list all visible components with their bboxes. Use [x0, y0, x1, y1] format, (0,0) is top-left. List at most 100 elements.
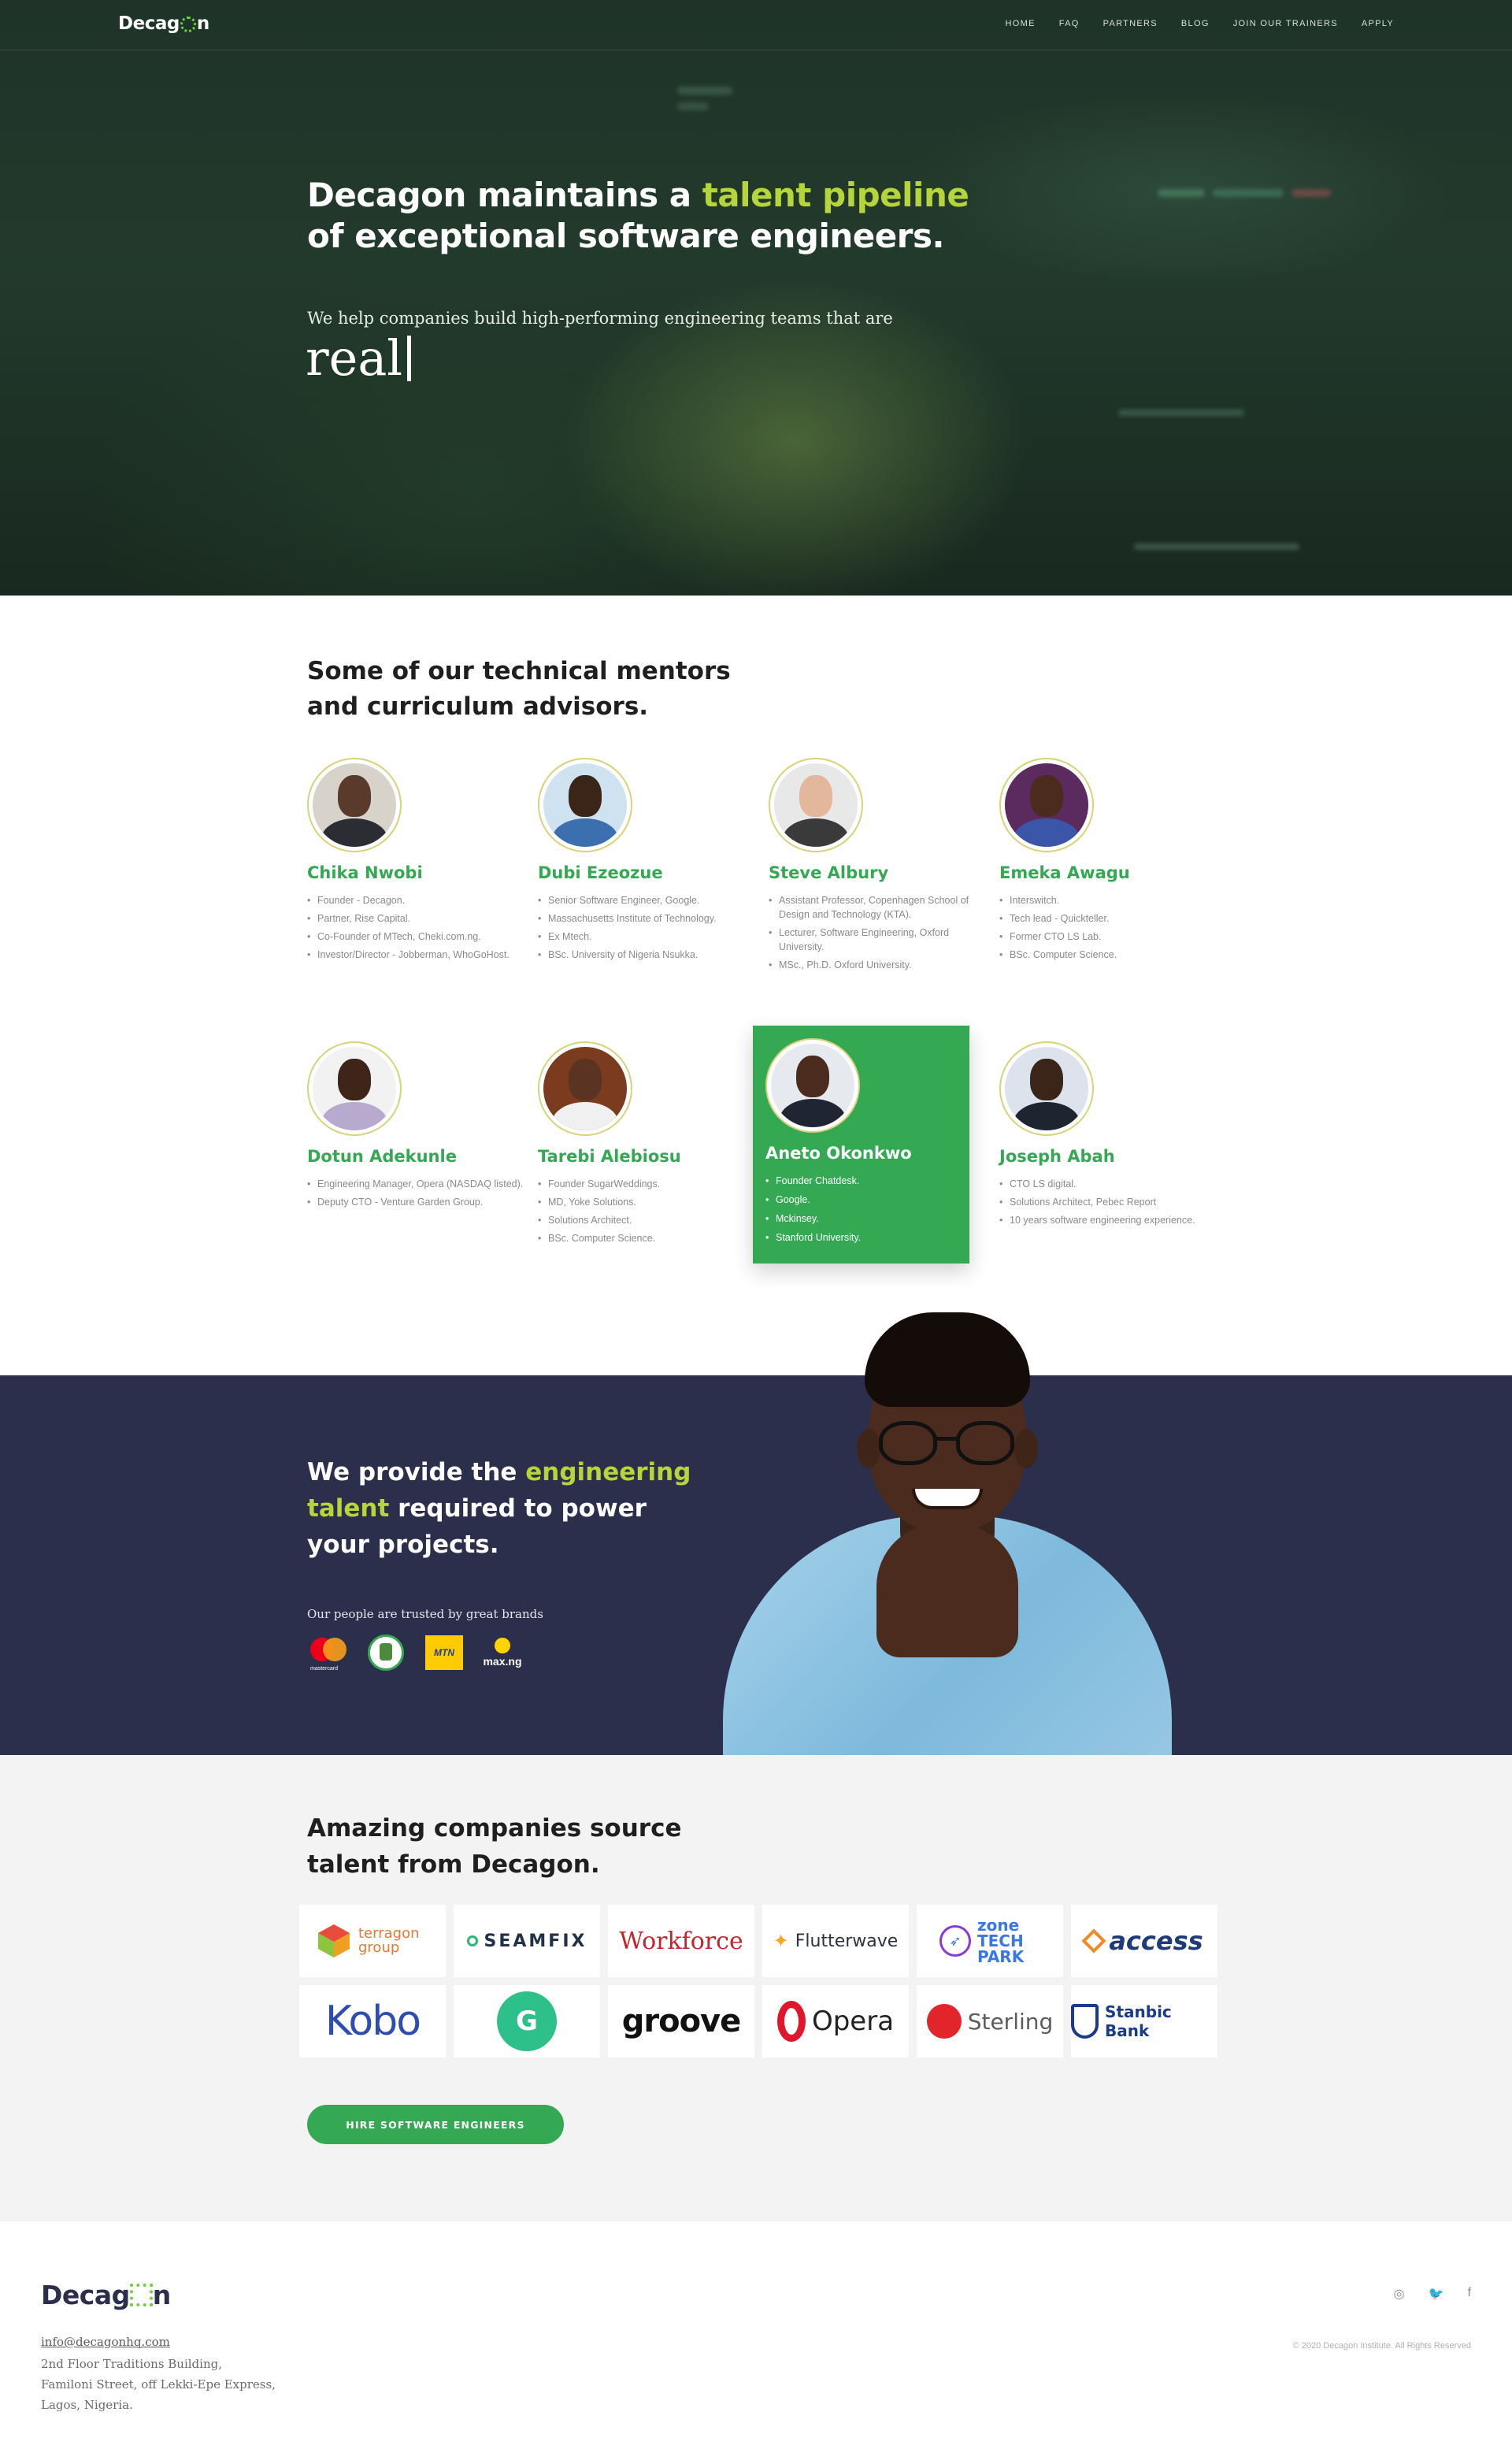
top-navigation: Decag n HOME FAQ PARTNERS BLOG JOIN OUR T… — [0, 0, 1512, 50]
stanbic-shield-icon — [1071, 2004, 1099, 2039]
mentor-bullet: BSc. Computer Science. — [999, 948, 1216, 962]
maxng-logo: max.ng — [482, 1634, 523, 1672]
nav-partners[interactable]: PARTNERS — [1103, 19, 1158, 28]
provide-heading: We provide the engineering talent requir… — [307, 1454, 701, 1563]
mentor-name: Dotun Adekunle — [307, 1147, 457, 1166]
zone-text: zone TECH PARK — [977, 1916, 1025, 1966]
mentor-bullet: Co-Founder of MTech, Cheki.com.ng. — [307, 930, 524, 944]
groove-logo: groove — [608, 1985, 754, 2058]
hero-typed-text: real — [306, 329, 412, 387]
address-line: Familoni Street, off Lekki-Epe Express, — [41, 2377, 276, 2392]
mentor-bullets: Engineering Manager, Opera (NASDAQ liste… — [307, 1177, 524, 1209]
mentor-card-featured[interactable]: Aneto Okonkwo Founder Chatdesk. Google. … — [753, 1026, 969, 1264]
mentor-name: Dubi Ezeozue — [538, 863, 663, 882]
footer-logo-prefix: Decag — [41, 2280, 130, 2310]
hire-engineers-button[interactable]: HIRE SOFTWARE ENGINEERS — [307, 2105, 564, 2144]
mentor-name: Tarebi Alebiosu — [538, 1147, 681, 1166]
flutterwave-logo: ✦ Flutterwave — [762, 1905, 909, 1977]
mentor-bullet: Lecturer, Software Engineering, Oxford U… — [769, 926, 985, 954]
mentor-card[interactable]: Tarebi Alebiosu Founder SugarWeddings. M… — [538, 1041, 754, 1249]
mentor-avatar — [307, 758, 402, 852]
mentor-bullet: Google. — [765, 1193, 969, 1207]
maxng-label: max.ng — [483, 1655, 522, 1668]
typed-word: real — [306, 329, 403, 387]
mentor-avatar — [307, 1041, 402, 1136]
mentor-bullets: Assistant Professor, Copenhagen School o… — [769, 893, 985, 972]
mentor-bullet: Ex Mtech. — [538, 930, 754, 944]
zone-tech-park-logo: ➶ zone TECH PARK — [917, 1905, 1063, 1977]
address-line: 2nd Floor Traditions Building, — [41, 2357, 222, 2371]
seamfix-pin-icon — [466, 1935, 478, 1946]
mentor-card[interactable]: Steve Albury Assistant Professor, Copenh… — [769, 758, 985, 976]
mentor-bullet: Engineering Manager, Opera (NASDAQ liste… — [307, 1177, 524, 1191]
mentor-card[interactable]: Chika Nwobi Founder - Decagon. Partner, … — [307, 758, 524, 966]
mentor-bullet: Assistant Professor, Copenhagen School o… — [769, 893, 985, 922]
nav-blog[interactable]: BLOG — [1181, 19, 1210, 28]
mentor-bullets: CTO LS digital. Solutions Architect, Peb… — [999, 1177, 1216, 1227]
mentor-bullets: Interswitch. Tech lead - Quickteller. Fo… — [999, 893, 1216, 962]
mentor-avatar — [999, 1041, 1094, 1136]
hero-title-post: of exceptional software engineers. — [307, 217, 944, 255]
workforce-text: Workforce — [619, 1927, 743, 1955]
mastercard-logo: mastercard — [307, 1634, 348, 1672]
mastercard-label: mastercard — [310, 1666, 339, 1672]
mentor-bullet: Massachusetts Institute of Technology. — [538, 911, 754, 926]
mentor-card[interactable]: Emeka Awagu Interswitch. Tech lead - Qui… — [999, 758, 1216, 966]
nav-faq[interactable]: FAQ — [1059, 19, 1080, 28]
mentors-heading: Some of our technical mentors and curric… — [307, 657, 731, 721]
mentor-avatar — [538, 1041, 632, 1136]
decagon-logo[interactable]: Decag n — [118, 13, 209, 34]
seamfix-text: SEAMFIX — [484, 1931, 587, 1951]
mentor-bullet: MD, Yoke Solutions. — [538, 1195, 754, 1209]
stanbic-text: Stanbic Bank — [1105, 2002, 1172, 2040]
terragon-logo: terragon group — [299, 1905, 446, 1977]
footer-logo-suffix: n — [152, 2280, 172, 2310]
footer-address: 2nd Floor Traditions Building, Familoni … — [41, 2354, 276, 2415]
mentors-section: Some of our technical mentors and curric… — [0, 596, 1512, 1375]
trusted-by-text: Our people are trusted by great brands — [307, 1607, 543, 1621]
twitter-icon[interactable]: 🐦 — [1429, 2286, 1444, 2302]
social-links: ◎ 🐦 f — [1394, 2286, 1471, 2302]
nav-join-trainers[interactable]: JOIN OUR TRAINERS — [1233, 19, 1338, 28]
logo-text-prefix: Decag — [118, 13, 180, 34]
kobo-logo: Kobo — [299, 1985, 446, 2058]
mentor-bullets: Founder SugarWeddings. MD, Yoke Solution… — [538, 1177, 754, 1245]
mentor-bullet: 10 years software engineering experience… — [999, 1213, 1216, 1227]
mentor-bullet: MSc., Ph.D. Oxford University. — [769, 958, 985, 972]
opera-logo: Opera — [762, 1985, 909, 2058]
flutterwave-mark-icon: ✦ — [773, 1930, 789, 1952]
mentor-avatar — [765, 1038, 860, 1133]
sterling-logo: Sterling — [917, 1985, 1063, 2058]
mentor-bullet: Solutions Architect. — [538, 1213, 754, 1227]
zone-rocket-icon: ➶ — [939, 1925, 971, 1957]
mentor-bullet: Deputy CTO - Venture Garden Group. — [307, 1195, 524, 1209]
mentor-bullet: Founder - Decagon. — [307, 893, 524, 907]
hero-title-pre: Decagon maintains a — [307, 176, 702, 214]
nav-home[interactable]: HOME — [1006, 19, 1036, 28]
mentor-avatar — [769, 758, 863, 852]
instagram-icon[interactable]: ◎ — [1394, 2286, 1405, 2302]
mentor-name: Chika Nwobi — [307, 863, 423, 882]
nav-apply[interactable]: APPLY — [1362, 19, 1394, 28]
hero-section: Decag n HOME FAQ PARTNERS BLOG JOIN OUR T… — [0, 0, 1512, 596]
hero-subtitle: We help companies build high-performing … — [307, 309, 893, 328]
workforce-logo: Workforce — [608, 1905, 754, 1977]
mentor-bullets: Founder Chatdesk. Google. Mckinsey. Stan… — [765, 1174, 969, 1245]
smiling-engineer-photo — [699, 1311, 1195, 1755]
mentor-card[interactable]: Joseph Abah CTO LS digital. Solutions Ar… — [999, 1041, 1216, 1231]
mentor-bullet: BSc. University of Nigeria Nsukka. — [538, 948, 754, 962]
access-text: access — [1109, 1926, 1203, 1956]
facebook-icon[interactable]: f — [1468, 2286, 1471, 2302]
mentor-bullet: Mckinsey. — [765, 1212, 969, 1226]
opera-o-icon — [776, 2001, 806, 2042]
flutterwave-text: Flutterwave — [795, 1931, 899, 1951]
footer-logo[interactable]: Decag n — [41, 2280, 171, 2310]
hero-title: Decagon maintains a talent pipeline of e… — [307, 175, 969, 257]
mentor-avatar — [999, 758, 1094, 852]
groove-text: groove — [621, 2003, 742, 2039]
mentor-card[interactable]: Dotun Adekunle Engineering Manager, Oper… — [307, 1041, 524, 1213]
mentor-card[interactable]: Dubi Ezeozue Senior Software Engineer, G… — [538, 758, 754, 966]
footer-email-link[interactable]: info@decagonhq.com — [41, 2335, 170, 2349]
access-diamond-icon — [1081, 1928, 1106, 1954]
mentor-name: Steve Albury — [769, 863, 889, 882]
